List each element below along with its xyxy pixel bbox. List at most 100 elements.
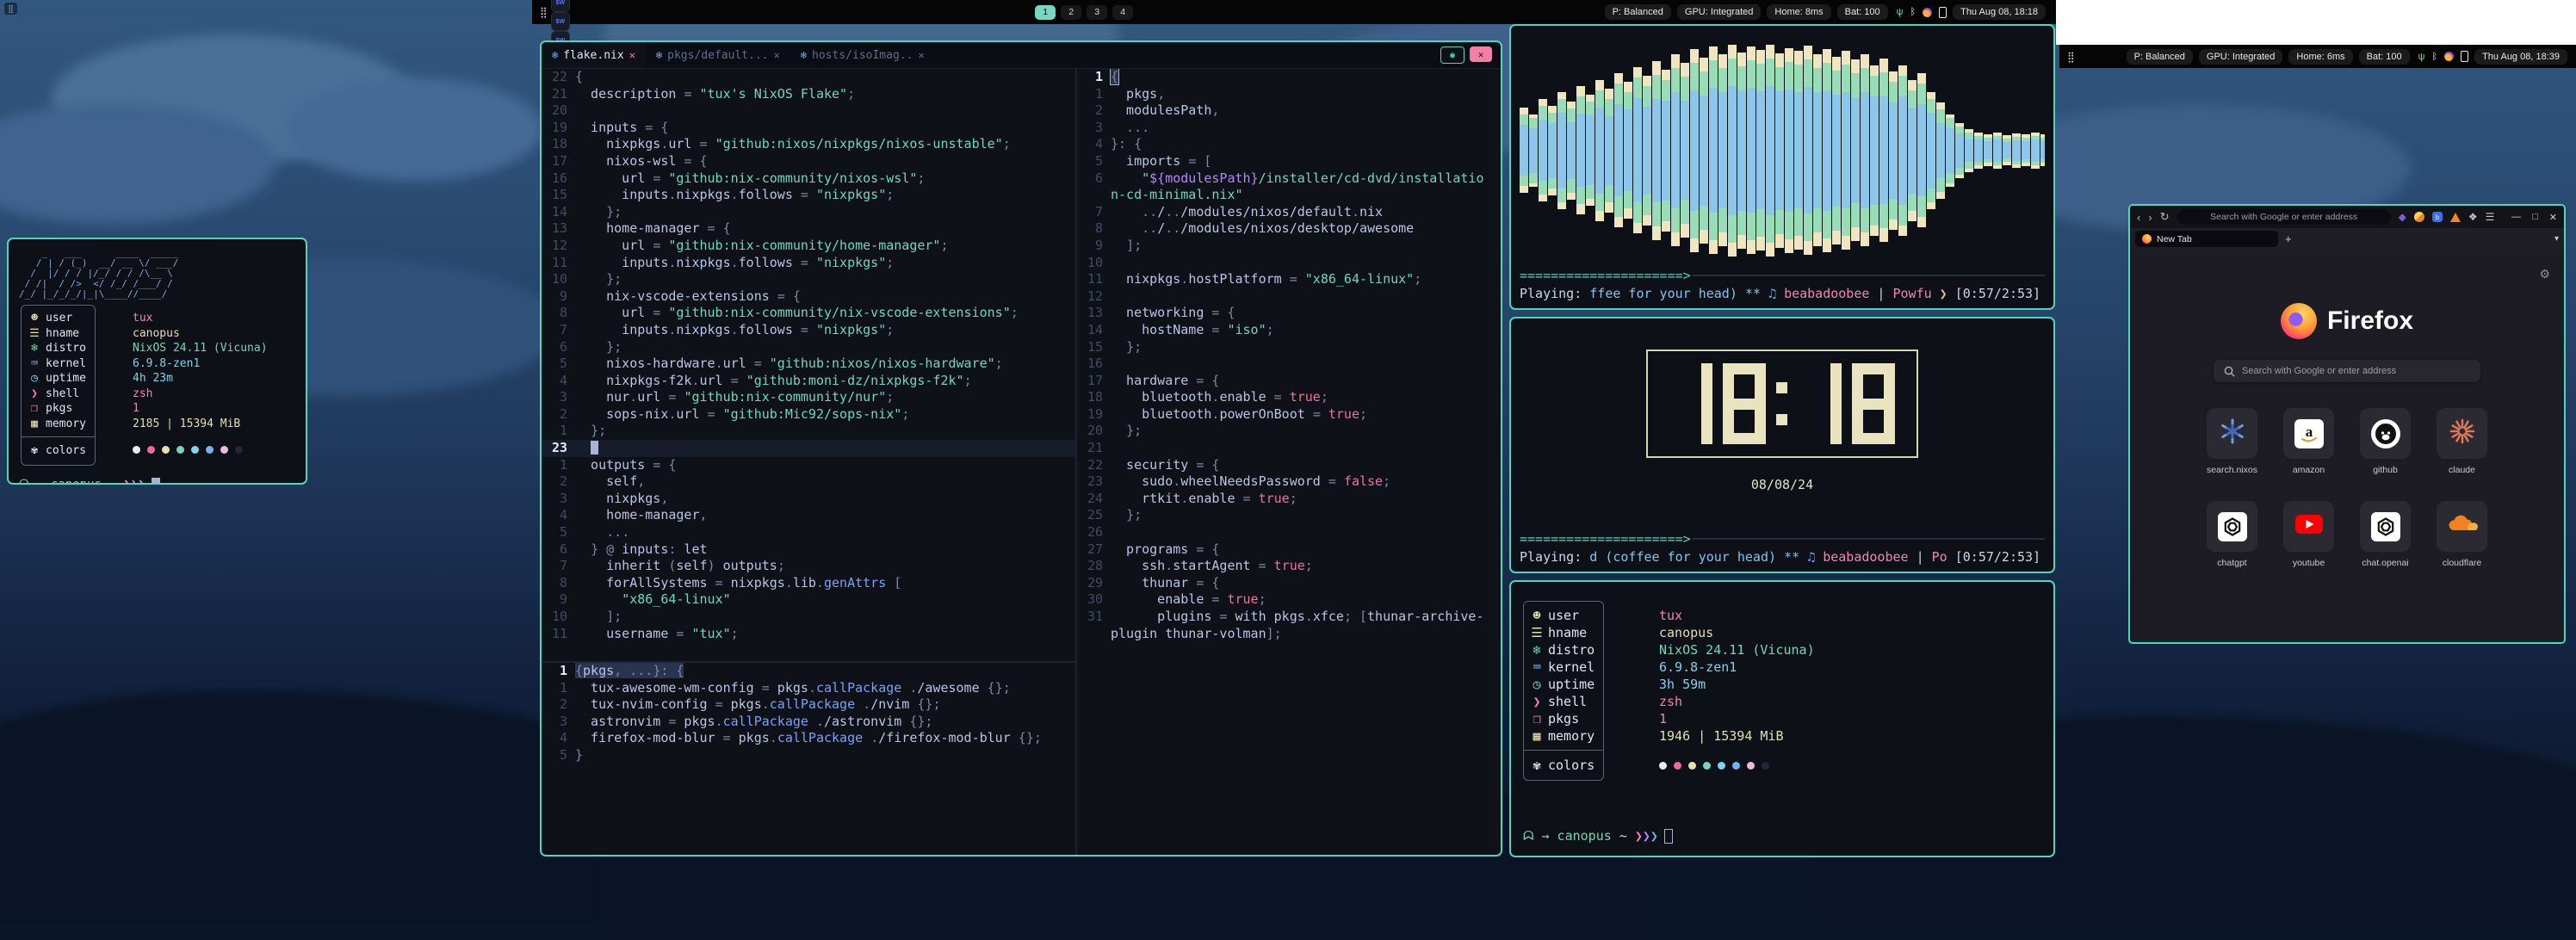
window-chip[interactable]: $W — [551, 0, 570, 12]
tab-close-icon[interactable]: ✕ — [629, 49, 635, 61]
phone-icon[interactable] — [1939, 7, 1947, 18]
firefox-nav-toolbar: ‹ › ↻ Search with Google or enter addres… — [2130, 206, 2564, 228]
editor-tab[interactable]: ❄pkgs/default...✕ — [646, 42, 790, 68]
terminal-fetch-left[interactable]: _ ___ ____ _____ / | / (_) __/ __ \/ ___… — [7, 238, 307, 485]
workspace-1[interactable]: 1 — [1035, 5, 1056, 20]
url-bar[interactable]: Search with Google or enter address — [2177, 209, 2391, 225]
search-bar[interactable]: Search with Google or enter address — [2214, 360, 2480, 382]
maximize-button[interactable]: □ — [2532, 212, 2538, 222]
nix-snowflake-icon — [2218, 417, 2247, 450]
progress-dashes: =====================> — [1520, 268, 1691, 283]
neovim-editor-window[interactable]: ❄flake.nix✕❄pkgs/default...✕❄hosts/isoIm… — [540, 40, 1502, 857]
audio-icon[interactable] — [2444, 52, 2454, 61]
visualizer-bar — [1898, 65, 1907, 236]
workspace-2[interactable]: 2 — [1061, 5, 1081, 20]
status-module[interactable]: P: Balanced — [2127, 49, 2193, 65]
phone-icon[interactable] — [2461, 51, 2468, 62]
close-button[interactable]: ✕ — [2549, 212, 2557, 223]
clock-pill[interactable]: Thu Aug 08, 18:39 — [2474, 49, 2567, 65]
tab-new-tab[interactable]: New Tab — [2135, 231, 2278, 247]
menu-button[interactable]: ☰ — [2486, 211, 2495, 223]
terminal-fetch-right[interactable]: ☻usertux☰hnamecanopus❄distroNixOS 24.11 … — [1509, 580, 2055, 857]
tab-close-icon[interactable]: ✕ — [774, 49, 780, 61]
shortcut-tile-chat.openai[interactable]: chat.openai — [2360, 501, 2411, 568]
terminal-tty-clock[interactable]: 08/08/24 =====================> Playing:… — [1509, 317, 2055, 573]
bluetooth-icon[interactable]: ᛒ — [1910, 7, 1916, 17]
code-line: 17 nixos-wsl = { — [542, 153, 1075, 170]
progress-line — [1693, 538, 2045, 540]
editor-tab[interactable]: ❄flake.nix✕ — [542, 42, 646, 68]
code-line: 9 ]; — [1077, 238, 1501, 255]
status-module[interactable]: GPU: Integrated — [2199, 49, 2283, 65]
status-module[interactable]: Bat: 100 — [1837, 4, 1888, 20]
gear-icon[interactable]: ⚙ — [2539, 267, 2550, 281]
workspace-4[interactable]: 4 — [1112, 5, 1133, 20]
code-line: 1 pkgs, — [1077, 86, 1501, 103]
shortcut-tile-cloudflare[interactable]: cloudflare — [2437, 501, 2487, 568]
app-launcher-icon[interactable]: ⣿ — [4, 3, 17, 15]
editor-tab[interactable]: ❄hosts/isoImag..✕ — [790, 42, 935, 68]
code-line: 14 }; — [542, 204, 1075, 221]
shell-prompt[interactable]: ᗣ → canopus ~ ❯❯❯ — [19, 478, 306, 485]
minimize-button[interactable]: — — [2511, 212, 2521, 222]
network-icon[interactable]: ψ — [2418, 52, 2425, 62]
status-module[interactable]: P: Balanced — [1605, 4, 1671, 20]
shortcut-tile-github[interactable]: github — [2360, 408, 2411, 475]
fetch-row: ☻usertux — [1526, 607, 1595, 624]
audio-icon[interactable] — [1923, 8, 1932, 17]
shortcut-tile-youtube[interactable]: youtube — [2283, 501, 2334, 568]
track-progress: =====================> — [1520, 268, 2045, 283]
visualizer-bar — [1879, 59, 1888, 242]
extension-icon-bitwarden[interactable]: b — [2432, 212, 2443, 222]
app-launcher-icon[interactable]: ⣿ — [2067, 51, 2074, 63]
reload-button[interactable]: ↻ — [2160, 210, 2170, 224]
code-line: 16 — [1077, 356, 1501, 373]
tab-close-icon[interactable]: ✕ — [918, 49, 924, 61]
shell-prompt[interactable]: ᗣ → canopus ~ ❯❯❯ — [1523, 828, 1673, 844]
workspace-3[interactable]: 3 — [1087, 5, 1107, 20]
network-icon[interactable]: ψ — [1897, 7, 1904, 17]
window-close-button[interactable]: ✕ — [1470, 46, 1492, 62]
palette-dot — [1718, 762, 1725, 770]
visualizer-bar — [1728, 45, 1737, 257]
github-icon — [2371, 419, 2400, 448]
shortcut-label: youtube — [2293, 558, 2325, 568]
visualizer-bar — [1737, 53, 1746, 249]
shortcut-tile-amazon[interactable]: aamazon — [2283, 408, 2334, 475]
code-pane-iso-image[interactable]: 1{1 pkgs,2 modulesPath,3 ...4}: {5 impor… — [1077, 69, 1501, 857]
audio-visualizer — [1520, 33, 2045, 268]
extension-icon-sidebar[interactable]: ❖ — [2468, 211, 2478, 223]
fetch-row: ☰hnamecanopus — [23, 326, 86, 342]
shortcut-tile-search.nixos[interactable]: search.nixos — [2207, 408, 2257, 475]
bluetooth-icon[interactable]: ᛒ — [2431, 52, 2437, 62]
clock-date: 08/08/24 — [1520, 477, 2045, 492]
status-module[interactable]: Bat: 100 — [2359, 49, 2410, 65]
extension-icon-metamask[interactable] — [2450, 213, 2461, 222]
window-chip[interactable]: $W — [551, 12, 570, 31]
extension-icon-ublock[interactable]: ◆ — [2399, 211, 2406, 223]
code-pane-pkgs-default[interactable]: 1{pkgs, ...}: {1 tux-awesome-wm-config =… — [542, 663, 1075, 857]
code-pane-flake-nix[interactable]: 22{21 description = "tux's NixOS Flake";… — [542, 69, 1075, 661]
extension-icon-darkreader[interactable] — [2414, 212, 2424, 222]
status-module[interactable]: Home: 6ms — [2288, 49, 2352, 65]
tab-list-chevron-icon[interactable]: ▾ — [2554, 234, 2559, 244]
visualizer-bar — [1529, 114, 1538, 187]
terminal-cava-visualizer[interactable]: =====================> Playing: ffee for… — [1509, 24, 2055, 310]
eye-toggle-button[interactable]: ◉ — [1440, 46, 1464, 64]
app-launcher-icon[interactable]: ⣿ — [540, 6, 547, 18]
forward-button[interactable]: › — [2148, 211, 2152, 224]
code-line: 5} — [542, 747, 1075, 764]
shortcut-tile-claude[interactable]: claude — [2437, 408, 2487, 475]
status-module[interactable]: Home: 8ms — [1767, 4, 1830, 20]
nixos-ascii-art: _ ___ ____ _____ / | / (_) __/ __ \/ ___… — [19, 248, 306, 300]
code-line: 1 outputs = { — [542, 457, 1075, 474]
fetch-row: ❯shellzsh — [23, 387, 86, 402]
firefox-window[interactable]: ‹ › ↻ Search with Google or enter addres… — [2128, 204, 2566, 644]
new-tab-button[interactable]: + — [2285, 232, 2292, 245]
clock-pill[interactable]: Thu Aug 08, 18:18 — [1953, 4, 2046, 20]
uptime-icon: ◷ — [23, 371, 46, 387]
back-button[interactable]: ‹ — [2137, 211, 2140, 224]
status-module[interactable]: GPU: Integrated — [1677, 4, 1762, 20]
shortcut-tile-chatgpt[interactable]: chatgpt — [2207, 501, 2257, 568]
visualizer-bar — [1984, 134, 1992, 166]
